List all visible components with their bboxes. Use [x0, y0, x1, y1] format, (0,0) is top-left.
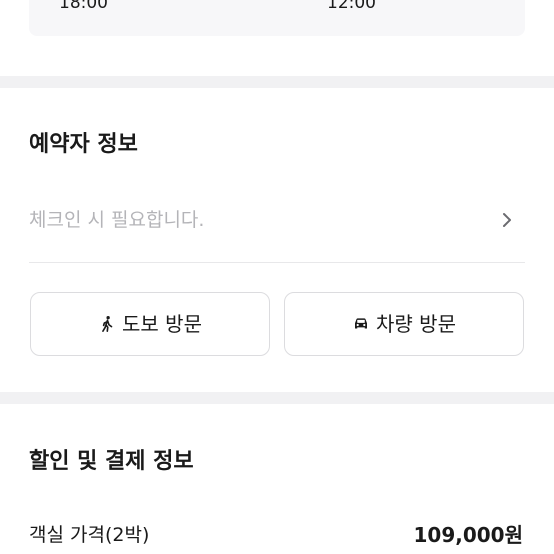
- car-icon: [355, 318, 368, 329]
- room-price-value: 109,000원: [413, 523, 524, 547]
- checkout-time: 12:00: [327, 0, 376, 13]
- section-divider: [0, 392, 554, 404]
- booker-placeholder: 체크인 시 필요합니다.: [29, 209, 205, 231]
- room-price-label: 객실 가격(2박): [29, 524, 150, 546]
- walking-person-icon: [102, 316, 113, 332]
- walk-visit-label: 도보 방문: [122, 312, 202, 336]
- booker-section-title: 예약자 정보: [29, 132, 138, 157]
- section-divider: [0, 76, 554, 88]
- booker-info-row[interactable]: 체크인 시 필요합니다.: [29, 200, 525, 240]
- walk-visit-button[interactable]: 도보 방문: [30, 292, 270, 356]
- checkin-time: 18:00: [59, 0, 108, 13]
- chevron-right-icon: [503, 213, 511, 227]
- divider: [29, 262, 525, 263]
- car-visit-button[interactable]: 차량 방문: [284, 292, 524, 356]
- car-visit-label: 차량 방문: [376, 312, 456, 336]
- payment-section-title: 할인 및 결제 정보: [29, 449, 194, 474]
- checkin-time-card: 18:00 12:00: [29, 0, 525, 36]
